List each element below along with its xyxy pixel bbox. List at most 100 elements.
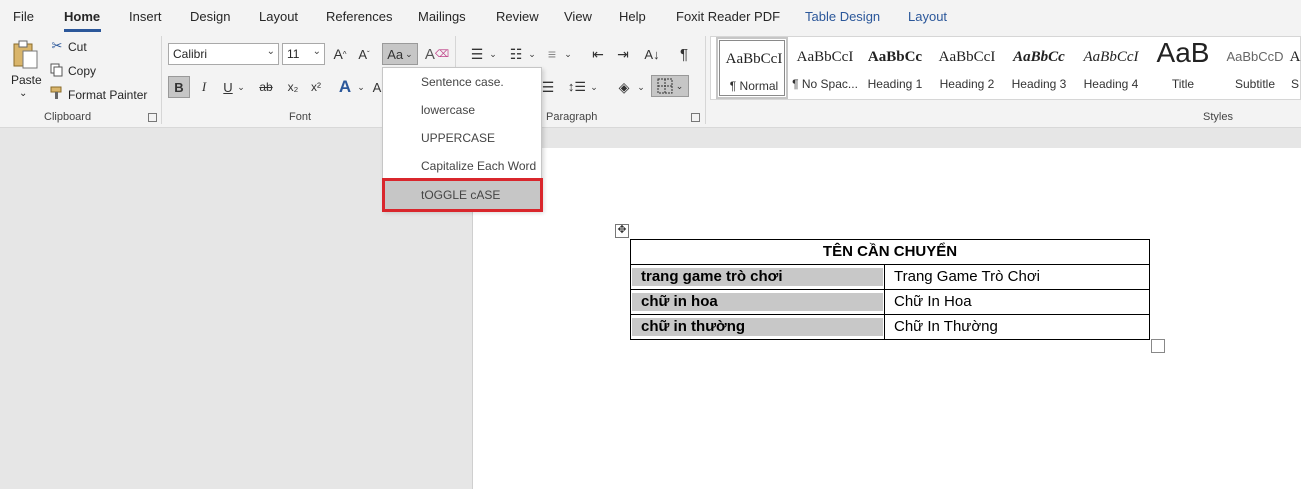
cut-button[interactable]: Cut <box>68 40 87 54</box>
multilevel-chevron-down-icon[interactable]: ⌄ <box>563 44 573 64</box>
shrink-font-icon[interactable]: Aˇ <box>355 45 373 63</box>
paste-chevron-down-icon[interactable]: ⌄ <box>19 88 27 99</box>
numbering-chevron-down-icon[interactable]: ⌄ <box>527 44 537 64</box>
line-spacing-chevron-down-icon[interactable]: ⌄ <box>589 77 599 97</box>
table-resize-handle[interactable] <box>1151 339 1165 353</box>
font-name-combo[interactable]: Calibri ⌄ <box>168 43 279 65</box>
clear-formatting-icon[interactable]: A ⌫ <box>425 44 449 64</box>
bold-button[interactable]: B <box>168 76 190 98</box>
sort-icon[interactable]: A↓ <box>642 44 662 64</box>
tab-help[interactable]: Help <box>619 9 646 24</box>
menu-item-uppercase[interactable]: UPPERCASE <box>383 124 541 152</box>
style-name: Heading 3 <box>1011 77 1067 91</box>
tab-mailings[interactable]: Mailings <box>418 9 466 24</box>
font-size-combo[interactable]: 11 ⌄ <box>282 43 325 65</box>
copy-button[interactable]: Copy <box>68 64 96 78</box>
subscript-button[interactable]: x₂ <box>284 77 302 97</box>
style-sample: AaBbCcD <box>1226 49 1284 64</box>
numbering-icon[interactable]: ☷ <box>505 44 527 64</box>
menu-item-label: lowercase <box>421 103 476 117</box>
italic-button[interactable]: I <box>196 77 212 97</box>
table-header-cell[interactable]: TÊN CẦN CHUYỂN <box>630 239 1150 265</box>
style-sample: AaBbCcI <box>796 49 854 65</box>
style-sample: AaBbCcI <box>725 51 783 67</box>
bullets-icon[interactable]: ☰ <box>466 44 488 64</box>
change-case-label: Aa <box>387 46 404 62</box>
style-sample: AaBbCcI <box>1083 49 1139 65</box>
table-move-handle-icon[interactable]: ✥ <box>615 224 629 238</box>
table-cell[interactable]: chữ in thường <box>630 313 885 340</box>
multilevel-list-icon[interactable]: ≡ <box>541 44 563 64</box>
format-painter-button[interactable]: Format Painter <box>68 88 147 102</box>
ribbon: Paste ⌄ ✂ Cut Copy Format Painter Clipbo… <box>0 32 1301 128</box>
style-normal[interactable]: AaBbCcI ¶ Normal <box>716 37 788 99</box>
font-name-value: Calibri <box>173 47 208 61</box>
tab-view[interactable]: View <box>564 9 592 24</box>
shading-icon[interactable]: ◈ <box>614 77 634 97</box>
tab-foxit-reader-pdf[interactable]: Foxit Reader PDF <box>676 9 780 24</box>
tab-home[interactable]: Home <box>64 9 100 24</box>
style-sample: AaBbCcI <box>938 49 996 65</box>
menu-item-sentence-case[interactable]: Sentence case. <box>383 68 541 96</box>
underline-chevron-down-icon[interactable]: ⌄ <box>236 77 246 97</box>
style-partial[interactable]: A S <box>1289 37 1301 99</box>
borders-icon <box>657 78 673 94</box>
style-name: S <box>1290 77 1299 91</box>
menu-item-capitalize-each-word[interactable]: Capitalize Each Word <box>383 152 541 180</box>
table-cell[interactable]: trang game trò chơi <box>630 263 885 290</box>
highlight-color-icon[interactable]: A <box>372 77 382 97</box>
table-cell[interactable]: chữ in hoa <box>630 288 885 315</box>
highlight-annotation-box <box>382 178 543 212</box>
style-subtitle[interactable]: AaBbCcD Subtitle <box>1219 37 1291 99</box>
style-heading-1[interactable]: AaBbCc Heading 1 <box>859 37 931 99</box>
paragraph-group-label: Paragraph <box>546 111 598 123</box>
table-row: chữ in thường Chữ In Thường <box>630 313 1150 340</box>
tab-design[interactable]: Design <box>190 9 230 24</box>
font-size-value: 11 <box>287 47 300 61</box>
chevron-down-icon: ⌄ <box>405 48 413 59</box>
increase-indent-icon[interactable]: ⇥ <box>613 44 633 64</box>
bullets-chevron-down-icon[interactable]: ⌄ <box>488 44 498 64</box>
table-cell[interactable]: Trang Game Trò Chơi <box>884 263 1150 290</box>
underline-button[interactable]: U <box>220 77 236 97</box>
tab-layout[interactable]: Layout <box>259 9 298 24</box>
tab-review[interactable]: Review <box>496 9 539 24</box>
copy-icon[interactable] <box>50 63 64 77</box>
style-no-spacing[interactable]: AaBbCcI ¶ No Spac... <box>789 37 861 99</box>
show-formatting-marks-icon[interactable]: ¶ <box>675 44 693 64</box>
clipboard-launcher-icon[interactable] <box>148 113 157 122</box>
line-spacing-icon[interactable]: ↕☰ <box>567 77 587 97</box>
menu-item-label: UPPERCASE <box>421 131 496 145</box>
style-heading-4[interactable]: AaBbCcI Heading 4 <box>1075 37 1147 99</box>
format-painter-icon[interactable] <box>50 86 64 100</box>
superscript-button[interactable]: x² <box>307 77 325 97</box>
text-effects-icon[interactable]: A <box>335 76 355 98</box>
shading-chevron-down-icon[interactable]: ⌄ <box>636 77 646 97</box>
menu-item-lowercase[interactable]: lowercase <box>383 96 541 124</box>
scissors-icon[interactable]: ✂ <box>50 38 64 53</box>
paste-label[interactable]: Paste <box>11 73 42 87</box>
decrease-indent-icon[interactable]: ⇤ <box>588 44 608 64</box>
grow-font-icon[interactable]: A ^ <box>331 45 349 63</box>
tab-file[interactable]: File <box>13 9 34 24</box>
strikethrough-button[interactable]: ab <box>256 77 276 97</box>
table-cell[interactable]: Chữ In Thường <box>884 313 1150 340</box>
tab-insert[interactable]: Insert <box>129 9 162 24</box>
style-name: ¶ Normal <box>729 79 779 93</box>
change-case-button[interactable]: Aa ⌄ <box>382 43 418 65</box>
style-heading-3[interactable]: AaBbCc Heading 3 <box>1003 37 1075 99</box>
paste-icon[interactable] <box>10 38 42 72</box>
content-table[interactable]: TÊN CẦN CHUYỂN trang game trò chơi Trang… <box>630 239 1150 340</box>
tab-table-design[interactable]: Table Design <box>805 9 880 24</box>
table-cell[interactable]: Chữ In Hoa <box>884 288 1150 315</box>
borders-button[interactable]: ⌄ <box>651 75 689 97</box>
style-title[interactable]: AaB Title <box>1147 37 1219 99</box>
text-effects-chevron-down-icon[interactable]: ⌄ <box>356 77 366 97</box>
style-name: Heading 4 <box>1083 77 1139 91</box>
styles-gallery: AaBbCcI ¶ Normal AaBbCcI ¶ No Spac... Aa… <box>710 36 1301 100</box>
tab-table-layout[interactable]: Layout <box>908 9 947 24</box>
paragraph-launcher-icon[interactable] <box>691 113 700 122</box>
style-heading-2[interactable]: AaBbCcI Heading 2 <box>931 37 1003 99</box>
tab-references[interactable]: References <box>326 9 392 24</box>
table-row: chữ in hoa Chữ In Hoa <box>630 288 1150 315</box>
